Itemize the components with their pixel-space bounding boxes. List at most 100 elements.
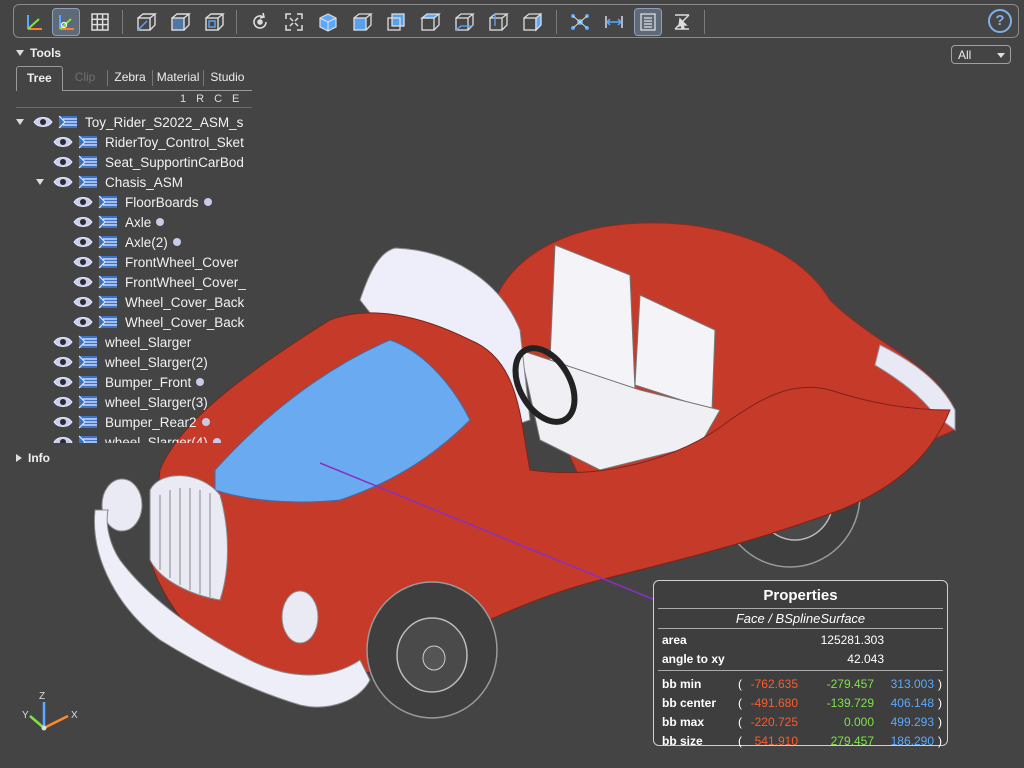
paren-close: ) [938,715,942,729]
shape-icon[interactable] [77,395,99,409]
column-1[interactable]: 1 [180,93,186,105]
view-top-icon[interactable] [416,8,444,36]
column-e[interactable]: E [232,93,239,105]
tools-header[interactable]: Tools [16,46,61,60]
tree-row[interactable]: Bumper_Front [33,372,205,392]
ortho-view-icon[interactable] [166,8,194,36]
filter-value: All [958,48,972,62]
eye-icon[interactable] [33,116,53,128]
paren-open: ( [738,696,742,710]
tree-row[interactable]: FrontWheel_Cover [53,252,238,272]
eye-icon[interactable] [53,376,73,388]
perspective-view-icon[interactable] [132,8,160,36]
tree-row[interactable]: Chasis_ASM [33,172,183,192]
iso-view-icon[interactable] [200,8,228,36]
headlight-left [101,478,143,532]
shape-icon[interactable] [57,115,79,129]
tab-material[interactable]: Material [153,66,204,86]
bbox-label: bb max [662,715,705,729]
view-rear-icon[interactable] [382,8,410,36]
shape-icon[interactable] [77,435,99,443]
eye-icon[interactable] [53,396,73,408]
expand-icon [16,454,22,462]
axes-icon[interactable] [20,8,48,36]
shape-icon[interactable] [77,355,99,369]
shape-icon[interactable] [77,135,99,149]
help-button[interactable]: ? [988,9,1012,33]
eye-icon[interactable] [73,316,93,328]
shape-icon[interactable] [77,155,99,169]
main-toolbar: ? [13,4,1019,38]
tree-item-label: Bumper_Front [105,374,192,390]
shape-icon[interactable] [77,175,99,189]
eye-icon[interactable] [53,156,73,168]
explode-icon[interactable] [566,8,594,36]
bbox-label: bb size [662,734,703,748]
eye-icon[interactable] [73,296,93,308]
tab-tree[interactable]: Tree [16,66,63,91]
bbox-y: 279.457 [830,734,874,748]
tree-row[interactable]: Wheel_Cover_Back [53,312,244,332]
distance-icon[interactable] [600,8,628,36]
eye-icon[interactable] [73,216,93,228]
shape-icon[interactable] [97,215,119,229]
chevron-down-icon[interactable] [13,119,27,125]
eye-icon[interactable] [73,256,93,268]
tree-row[interactable]: RiderToy_Control_Sket [33,132,244,152]
eye-icon[interactable] [53,136,73,148]
tree-row[interactable]: Axle(2) [53,232,181,252]
shape-icon[interactable] [97,275,119,289]
tree-row[interactable]: Seat_SupportinCarBod [33,152,244,172]
view-iso-icon[interactable] [314,8,342,36]
info-header[interactable]: Info [16,451,50,465]
shape-icon[interactable] [97,195,119,209]
tree-row[interactable]: wheel_Slarger(2) [33,352,208,372]
eye-icon[interactable] [53,356,73,368]
shape-icon[interactable] [97,255,119,269]
headlight-right [281,590,319,644]
eye-icon[interactable] [73,236,93,248]
status-dot [201,418,210,426]
object-tree[interactable]: Toy_Rider_S2022_ASM_s RiderToy_Control_Sk… [0,112,252,443]
chevron-down-icon[interactable] [33,179,47,185]
eye-icon[interactable] [53,336,73,348]
column-r[interactable]: R [196,93,204,105]
view-right-icon[interactable] [518,8,546,36]
eye-icon[interactable] [73,196,93,208]
tree-row[interactable]: Wheel_Cover_Back [53,292,244,312]
eye-icon[interactable] [53,436,73,443]
eye-icon[interactable] [73,276,93,288]
shape-icon[interactable] [97,235,119,249]
tab-studio[interactable]: Studio [204,66,250,86]
paren-open: ( [738,677,742,691]
view-front-icon[interactable] [348,8,376,36]
fit-view-icon[interactable] [280,8,308,36]
tree-row[interactable]: Bumper_Rear2 [33,412,210,432]
axes-origin-icon[interactable] [52,8,80,36]
tab-zebra[interactable]: Zebra [108,66,151,86]
shape-icon[interactable] [97,295,119,309]
tree-item-label: wheel_Slarger(4) [105,434,208,444]
tree-row[interactable]: wheel_Slarger(3) [33,392,208,412]
grid-icon[interactable] [86,8,114,36]
tree-row[interactable]: Toy_Rider_S2022_ASM_s [13,112,243,132]
eye-icon[interactable] [53,176,73,188]
column-c[interactable]: C [214,93,222,105]
info-title: Info [28,451,50,465]
tree-row[interactable]: Axle [53,212,165,232]
properties-icon[interactable] [634,8,662,36]
tree-row[interactable]: wheel_Slarger [33,332,191,352]
shape-icon[interactable] [77,415,99,429]
shape-icon[interactable] [97,315,119,329]
shape-icon[interactable] [77,375,99,389]
shape-icon[interactable] [77,335,99,349]
tree-row[interactable]: wheel_Slarger(4) [33,432,221,443]
tree-row[interactable]: FrontWheel_Cover_ [53,272,246,292]
filter-select[interactable]: All [951,45,1011,64]
tree-row[interactable]: FloorBoards [53,192,212,212]
eye-icon[interactable] [53,416,73,428]
view-left-icon[interactable] [484,8,512,36]
reset-view-icon[interactable] [246,8,274,36]
pick-icon[interactable] [668,8,696,36]
view-bottom-icon[interactable] [450,8,478,36]
